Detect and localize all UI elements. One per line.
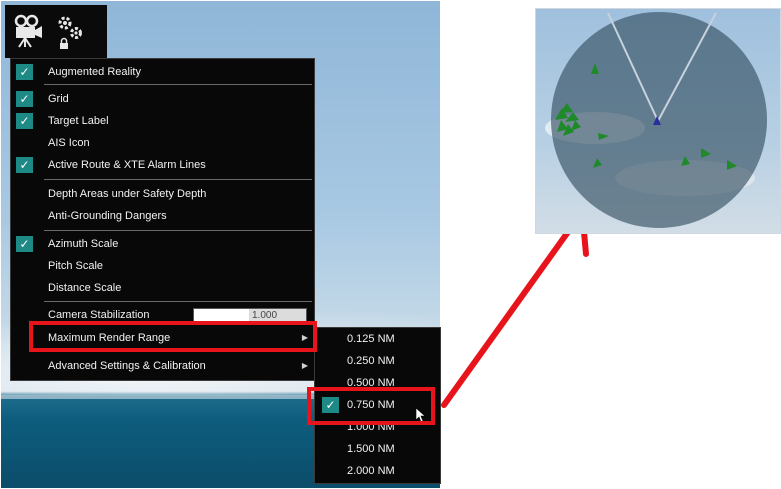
video-camera-button[interactable] [11,13,45,49]
menu-separator [44,230,312,231]
submenu-item-label: 1.500 NM [347,443,395,455]
submenu-item-2000[interactable]: 2.000 NM [315,460,440,482]
submenu-arrow-icon: ▶ [301,361,308,370]
check-icon: ✓ [16,91,33,107]
menu-item-depth-areas[interactable]: Depth Areas under Safety Depth [11,184,314,204]
menu-item-label: Grid [48,93,69,105]
menu-item-label: Advanced Settings & Calibration [48,360,206,372]
menu-item-augmented-reality[interactable]: ✓ Augmented Reality [11,62,314,82]
menu-item-advanced-settings[interactable]: Advanced Settings & Calibration ▶ [11,356,314,376]
check-icon: ✓ [16,157,33,173]
menu-item-pitch-scale[interactable]: Pitch Scale [11,256,314,276]
menu-separator [44,84,312,85]
submenu-item-1500[interactable]: 1.500 NM [315,438,440,460]
video-camera-icon [14,14,42,48]
highlight-0750-nm [307,387,435,425]
toolbar [5,5,107,58]
submenu-item-label: 2.000 NM [347,465,395,477]
highlight-max-render-range [29,321,317,352]
menu-item-label: Anti-Grounding Dangers [48,210,167,222]
menu-item-label: Distance Scale [48,282,122,294]
check-icon: ✓ [16,236,33,252]
menu-item-label: Pitch Scale [48,260,104,272]
menu-separator [44,179,312,180]
menu-item-label: AIS Icon [48,137,90,149]
radar-inset-border [535,8,781,234]
menu-item-ais-icon[interactable]: AIS Icon [11,133,314,153]
submenu-item-label: 0.125 NM [347,333,395,345]
settings-button[interactable] [53,13,87,49]
menu-item-grid[interactable]: ✓ Grid [11,89,314,109]
menu-item-label: Augmented Reality [48,66,141,78]
menu-item-azimuth-scale[interactable]: ✓ Azimuth Scale [11,234,314,254]
gears-lock-icon [58,16,82,49]
check-icon: ✓ [16,64,33,80]
menu-item-label: Azimuth Scale [48,238,119,250]
menu-item-label: Active Route & XTE Alarm Lines [48,159,206,171]
check-icon: ✓ [16,113,33,129]
submenu-item-label: 0.250 NM [347,355,395,367]
menu-item-label: Depth Areas under Safety Depth [48,188,207,200]
submenu-item-0125[interactable]: 0.125 NM [315,328,440,350]
menu-item-target-label[interactable]: ✓ Target Label [11,111,314,131]
menu-item-active-route[interactable]: ✓ Active Route & XTE Alarm Lines [11,155,314,175]
menu-item-label: Target Label [48,115,109,127]
menu-separator [44,301,312,302]
submenu-item-0250[interactable]: 0.250 NM [315,350,440,372]
menu-item-distance-scale[interactable]: Distance Scale [11,278,314,298]
menu-item-anti-grounding[interactable]: Anti-Grounding Dangers [11,206,314,226]
